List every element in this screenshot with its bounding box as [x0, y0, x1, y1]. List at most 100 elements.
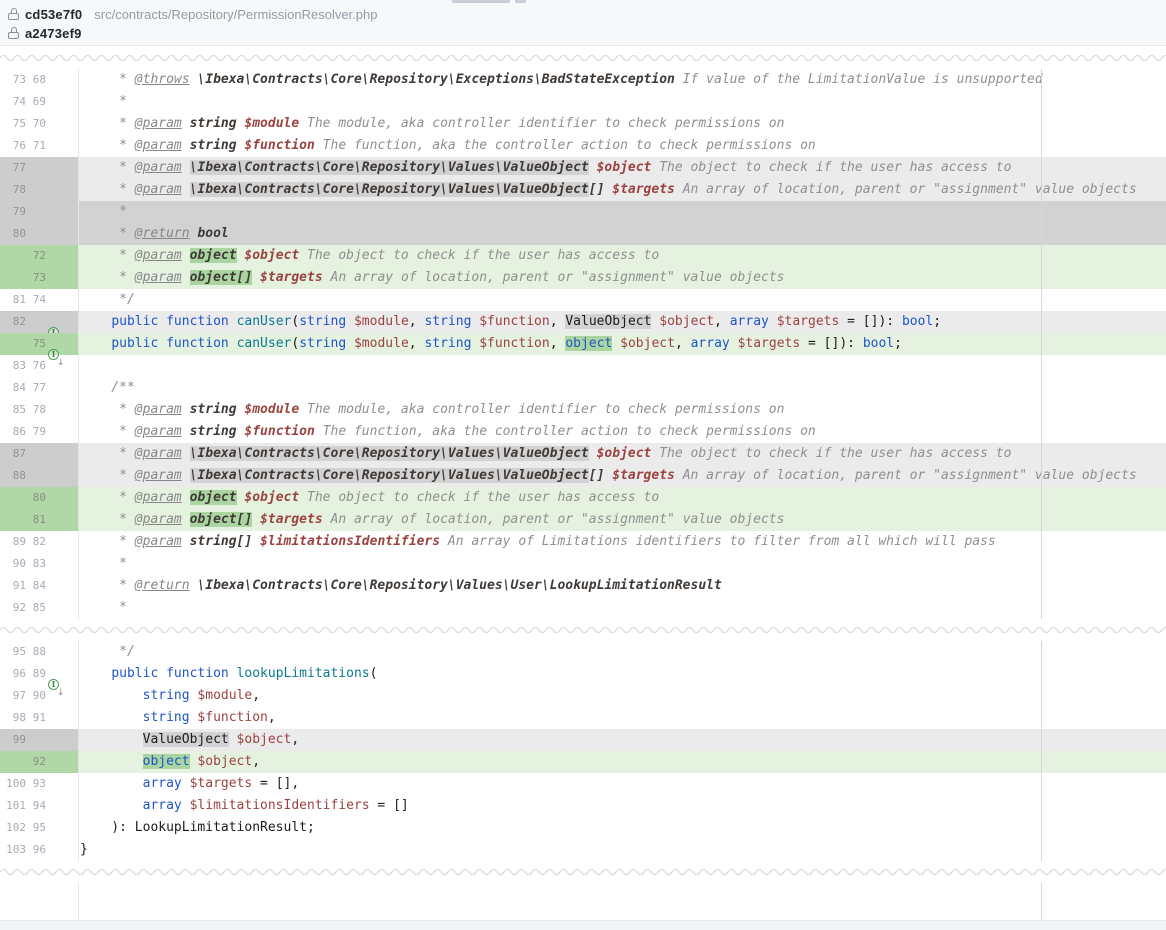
diff-line: 75I↓ public function canUser(string $mod… — [0, 333, 1166, 355]
squiggle-line — [0, 868, 1166, 878]
new-line-number[interactable]: 82 — [26, 531, 46, 553]
old-line-number[interactable]: 83 — [0, 355, 26, 377]
old-line-number[interactable]: 80 — [0, 223, 26, 245]
code-text: * @param \Ibexa\Contracts\Core\Repositor… — [78, 179, 1166, 201]
line-gutter: 8982 — [0, 531, 78, 553]
new-line-number[interactable]: 77 — [26, 377, 46, 399]
old-line-number[interactable]: 97 — [0, 685, 26, 707]
code-text: * @param object $object The object to ch… — [78, 487, 1166, 509]
old-line-number[interactable]: 91 — [0, 575, 26, 597]
collapsed-region-expander[interactable] — [0, 861, 1166, 883]
old-line-number[interactable]: 92 — [0, 597, 26, 619]
line-gutter: 9184 — [0, 575, 78, 597]
old-line-number[interactable]: 78 — [0, 179, 26, 201]
new-line-number[interactable]: 81 — [26, 509, 46, 531]
line-gutter: 10396 — [0, 839, 78, 861]
new-line-number[interactable]: 68 — [26, 69, 46, 91]
diff-line: 9083 * — [0, 553, 1166, 575]
new-line-number[interactable]: 93 — [26, 773, 46, 795]
diff-line: 9790 string $module, — [0, 685, 1166, 707]
line-gutter: 10093 — [0, 773, 78, 795]
line-gutter: 8578 — [0, 399, 78, 421]
code-text: * @param object $object The object to ch… — [78, 245, 1166, 267]
collapsed-region-expander[interactable] — [0, 47, 1166, 69]
new-line-number[interactable]: 79 — [26, 421, 46, 443]
collapsed-region-expander[interactable] — [0, 619, 1166, 641]
new-line-number[interactable]: 92 — [26, 751, 46, 773]
old-line-number[interactable]: 85 — [0, 399, 26, 421]
old-line-number[interactable]: 98 — [0, 707, 26, 729]
old-line-number[interactable]: 88 — [0, 465, 26, 487]
diff-line: 72 * @param object $object The object to… — [0, 245, 1166, 267]
new-line-number[interactable]: 78 — [26, 399, 46, 421]
new-line-number[interactable]: 69 — [26, 91, 46, 113]
new-line-number[interactable]: 88 — [26, 641, 46, 663]
new-line-number[interactable]: 74 — [26, 289, 46, 311]
old-line-number[interactable]: 103 — [0, 839, 26, 861]
new-line-number[interactable]: 80 — [26, 487, 46, 509]
old-line-number[interactable]: 77 — [0, 157, 26, 179]
old-line-number[interactable]: 99 — [0, 729, 26, 751]
old-line-number[interactable]: 102 — [0, 817, 26, 839]
code-text: * @throws \Ibexa\Contracts\Core\Reposito… — [78, 69, 1166, 91]
new-line-number[interactable]: 85 — [26, 597, 46, 619]
line-gutter: 99 — [0, 729, 78, 751]
new-line-number[interactable]: 91 — [26, 707, 46, 729]
code-text: public function canUser(string $module, … — [78, 311, 1166, 333]
diff-line: 87 * @param \Ibexa\Contracts\Core\Reposi… — [0, 443, 1166, 465]
code-text: ): LookupLimitationResult; — [78, 817, 1166, 839]
old-line-number[interactable]: 75 — [0, 113, 26, 135]
new-line-number[interactable]: 84 — [26, 575, 46, 597]
old-line-number[interactable]: 87 — [0, 443, 26, 465]
new-line-number[interactable]: 75 — [26, 333, 46, 355]
old-line-number[interactable]: 89 — [0, 531, 26, 553]
diff-line: 88 * @param \Ibexa\Contracts\Core\Reposi… — [0, 465, 1166, 487]
old-line-number[interactable]: 90 — [0, 553, 26, 575]
new-line-number[interactable]: 96 — [26, 839, 46, 861]
diff-line: 82I↓ public function canUser(string $mod… — [0, 311, 1166, 333]
new-line-number[interactable]: 90 — [26, 685, 46, 707]
old-line-number[interactable]: 79 — [0, 201, 26, 223]
old-line-number[interactable]: 73 — [0, 69, 26, 91]
commit-hash-old[interactable]: cd53e7f0 — [25, 7, 82, 22]
old-line-number[interactable]: 81 — [0, 289, 26, 311]
old-line-number[interactable]: 86 — [0, 421, 26, 443]
old-line-number[interactable]: 96 — [0, 663, 26, 685]
line-gutter: 9891 — [0, 707, 78, 729]
code-text: * @param string $function The function, … — [78, 135, 1166, 157]
diff-line: 9588 */ — [0, 641, 1166, 663]
scrollbar-remnant — [452, 0, 510, 3]
old-line-number[interactable]: 74 — [0, 91, 26, 113]
line-gutter: 87 — [0, 443, 78, 465]
diff-line: 81 * @param object[] $targets An array o… — [0, 509, 1166, 531]
new-line-number[interactable]: 72 — [26, 245, 46, 267]
line-gutter: 75I↓ — [0, 333, 78, 355]
new-line-number[interactable]: 70 — [26, 113, 46, 135]
code-text: public function canUser(string $module, … — [78, 333, 1166, 355]
old-line-number[interactable]: 101 — [0, 795, 26, 817]
line-gutter: 88 — [0, 465, 78, 487]
line-gutter: 73 — [0, 267, 78, 289]
code-text: public function lookupLimitations( — [78, 663, 1166, 685]
new-line-number[interactable]: 73 — [26, 267, 46, 289]
line-gutter: 8477 — [0, 377, 78, 399]
commit-hash-new[interactable]: a2473ef9 — [25, 26, 82, 41]
old-line-number[interactable]: 100 — [0, 773, 26, 795]
diff-line: 8679 * @param string $function The funct… — [0, 421, 1166, 443]
old-line-number[interactable]: 84 — [0, 377, 26, 399]
diff-viewer: cd53e7f0 src/contracts/Repository/Permis… — [0, 0, 1166, 930]
new-line-number[interactable]: 95 — [26, 817, 46, 839]
code-text: array $limitationsIdentifiers = [] — [78, 795, 1166, 817]
line-gutter: 8174 — [0, 289, 78, 311]
diff-line: 79 * — [0, 201, 1166, 223]
new-line-number[interactable]: 94 — [26, 795, 46, 817]
new-line-number[interactable]: 89 — [26, 663, 46, 685]
old-line-number[interactable]: 95 — [0, 641, 26, 663]
diff-line: 7671 * @param string $function The funct… — [0, 135, 1166, 157]
lock-icon — [8, 27, 19, 40]
new-line-number[interactable]: 76 — [26, 355, 46, 377]
new-line-number[interactable]: 83 — [26, 553, 46, 575]
new-line-number[interactable]: 71 — [26, 135, 46, 157]
old-line-number[interactable]: 82 — [0, 311, 26, 333]
old-line-number[interactable]: 76 — [0, 135, 26, 157]
